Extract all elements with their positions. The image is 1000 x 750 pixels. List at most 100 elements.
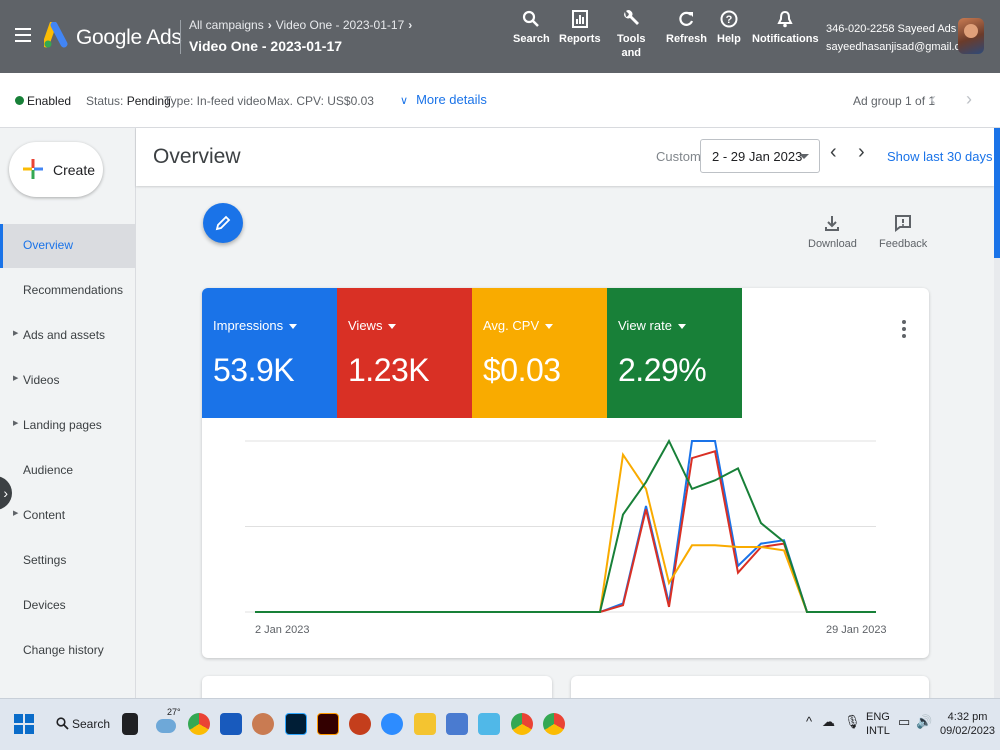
google-ads-logo[interactable] [44,22,70,50]
metric-value: 53.9K [213,352,295,388]
file-explorer-icon[interactable] [414,713,436,735]
store-icon[interactable] [446,713,468,735]
create-button[interactable]: Create [9,142,103,197]
metric-tile-impressions[interactable]: Impressions 53.9K [202,288,337,418]
photoshop-icon[interactable] [285,713,307,735]
sidebar-item-label: Overview [23,238,74,252]
language-indicator[interactable]: ENG INTL [866,710,890,738]
show-last-30-days-link[interactable]: Show last 30 days [887,149,993,164]
chevron-down-icon: ∨ [400,95,409,107]
brand-name[interactable]: Google Ads [76,26,182,50]
account-id-name: 346-020-2258 Sayeed Ads - 01 [826,23,979,35]
menu-icon[interactable] [15,28,31,42]
taskbar-search-button[interactable]: Search [50,711,110,737]
weather-temp[interactable]: 27° [167,707,181,717]
sidebar-item-overview[interactable]: Overview [0,224,135,268]
illustrator-icon[interactable] [317,713,339,735]
date-range-select[interactable]: 2 - 29 Jan 2023 [700,139,820,173]
chrome-profile-2-icon[interactable] [543,713,565,735]
series-line-avg-cpv[interactable] [255,451,876,613]
chevron-up-icon[interactable]: ^ [806,715,812,729]
series-line-views[interactable] [255,449,876,613]
chrome-icon[interactable] [188,713,210,735]
more-options-kebab-icon[interactable] [902,320,906,341]
reports-button[interactable]: Reports [559,10,601,46]
metric-name[interactable]: Views [348,318,397,333]
custom-range-label: Custom [656,149,701,164]
type-field: Type: In-feed video [164,94,267,108]
avatar[interactable] [958,18,984,54]
volume-icon[interactable]: 🔊 [916,715,932,729]
expand-arrow-icon[interactable]: ▶ [13,509,18,517]
enabled-status-dot-icon [15,96,24,105]
sidebar-item-label: Settings [23,553,67,567]
sidebar-item-label: Videos [23,373,60,387]
next-period-chevron-icon[interactable]: › [858,141,865,164]
tools-button[interactable]: Tools and [617,10,646,60]
sidebar-item-audience[interactable]: Audience [0,449,135,493]
more-details-link[interactable]: ∨ More details [400,92,487,107]
metric-name[interactable]: Avg. CPV [483,318,554,333]
microphone-icon[interactable]: 🎙 [844,715,861,729]
sidebar-item-recommendations[interactable]: Recommendations [0,269,135,313]
sidebar-item-ads-and-assets[interactable]: ▶ Ads and assets [0,314,135,358]
page-title[interactable]: Video One - 2023-01-17 [189,38,342,54]
sidebar-item-devices[interactable]: Devices [0,584,135,628]
clock[interactable]: 4:32 pm 09/02/2023 [940,710,995,738]
task-view-icon[interactable] [122,713,138,735]
main-content: Overview Custom 2 - 29 Jan 2023 ‹ › Show… [136,128,1000,716]
scrollbar-thumb[interactable] [994,128,1000,258]
sidebar-item-change-history[interactable]: Change history [0,629,135,673]
expand-arrow-icon[interactable]: ▶ [13,419,18,427]
metric-tile-avg-cpv[interactable]: Avg. CPV $0.03 [472,288,607,418]
weather-cloud-icon[interactable] [156,719,176,733]
powerpoint-icon[interactable] [349,713,371,735]
zoom-icon[interactable] [381,713,403,735]
feedback-button[interactable]: Feedback [879,214,927,250]
chrome-profile-icon[interactable] [511,713,533,735]
sidebar-item-label: Landing pages [23,418,102,432]
download-icon [825,216,840,231]
expand-arrow-icon[interactable]: ▶ [13,329,18,337]
reports-icon [571,10,588,28]
previous-ad-group-chevron-icon[interactable]: ‹ [930,89,936,110]
sidebar-item-videos[interactable]: ▶ Videos [0,359,135,403]
notifications-button[interactable]: Notifications [752,10,819,46]
breadcrumb-all-campaigns[interactable]: All campaigns [189,18,264,32]
bell-icon [777,10,793,28]
chevron-right-icon[interactable]: › [408,18,412,32]
app-icon[interactable] [478,713,500,735]
sidebar-item-content[interactable]: ▶ Content [0,494,135,538]
pencil-icon [215,215,231,231]
sidebar-item-settings[interactable]: Settings [0,539,135,583]
previous-period-chevron-icon[interactable]: ‹ [830,141,837,164]
metric-name[interactable]: Impressions [213,318,298,333]
windows-start-icon[interactable] [14,714,34,734]
next-ad-group-chevron-icon[interactable]: › [966,89,972,110]
expand-arrow-icon[interactable]: ▶ [13,374,18,382]
edit-fab-button[interactable] [203,203,243,243]
date-range-value: 2 - 29 Jan 2023 [712,149,803,164]
metric-tile-views[interactable]: Views 1.23K [337,288,472,418]
profile-app-icon[interactable] [252,713,274,735]
header-divider [180,20,181,54]
word-icon[interactable] [220,713,242,735]
metric-value: 2.29% [618,352,707,388]
metric-value: 1.23K [348,352,430,388]
metric-name[interactable]: View rate [618,318,686,333]
metric-tile-view-rate[interactable]: View rate 2.29% [607,288,742,418]
enabled-status[interactable]: Enabled [27,94,71,108]
search-button[interactable]: Search [513,10,550,46]
metric-value: $0.03 [483,352,561,388]
help-button[interactable]: ? Help [717,10,741,46]
account-info[interactable]: 346-020-2258 Sayeed Ads - 01 sayeedhasan… [826,20,978,56]
phone-link-icon[interactable]: ▭ [898,715,910,729]
performance-card: Impressions 53.9K Views 1.23K Avg. CPV $0.03 V… [202,288,929,658]
download-button[interactable]: Download [808,214,857,250]
dropdown-arrow-icon [677,324,686,330]
refresh-button[interactable]: Refresh [666,10,707,46]
wrench-icon [624,10,640,25]
breadcrumb-campaign[interactable]: Video One - 2023-01-17 [276,18,405,32]
cloud-icon[interactable]: ☁ [822,715,835,729]
sidebar-item-landing-pages[interactable]: ▶ Landing pages [0,404,135,448]
